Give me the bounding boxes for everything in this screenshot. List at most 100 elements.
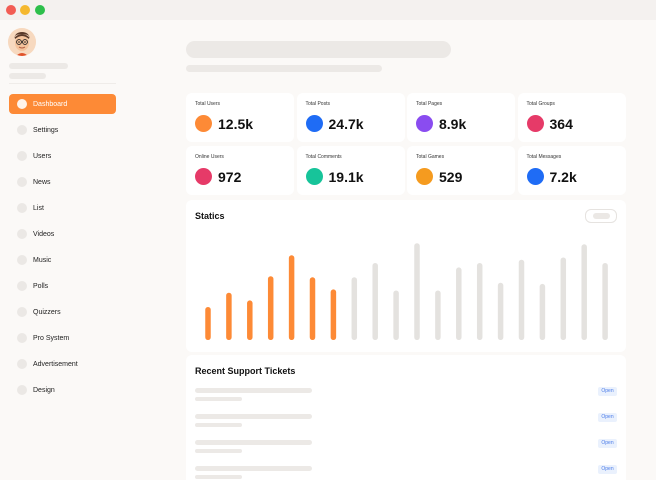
sidebar-item-label: Polls (33, 282, 49, 290)
stat-label: Online Users (195, 154, 224, 160)
avatar-face-icon (8, 28, 36, 56)
chart-bar[interactable] (476, 263, 483, 340)
chart-bar[interactable] (330, 289, 337, 340)
page-title-placeholder (186, 41, 451, 58)
stat-card[interactable]: Total Games 529 (407, 146, 515, 195)
sidebar-item-pro-system[interactable]: Pro System (9, 328, 116, 348)
chart-bar[interactable] (267, 276, 274, 340)
minimize-window-button[interactable] (20, 5, 30, 15)
chart-bar[interactable] (560, 257, 567, 341)
nav-item-icon (17, 281, 27, 291)
title-bar (0, 0, 656, 20)
sidebar-item-videos[interactable]: Videos (9, 224, 116, 244)
nav-item-icon (17, 307, 27, 317)
ticket-status-badge: Open (598, 387, 617, 396)
chart-bar[interactable] (581, 244, 587, 340)
stat-card[interactable]: Total Groups 364 (517, 93, 626, 142)
nav-item-icon (17, 229, 27, 239)
chart-bar[interactable] (393, 290, 399, 341)
chart-bar[interactable] (414, 243, 420, 340)
sidebar-item-label: Dashboard (33, 100, 68, 108)
sidebar-item-design[interactable]: Design (9, 380, 116, 400)
sidebar-item-quizzers[interactable]: Quizzers (9, 302, 116, 322)
stat-color-icon (195, 115, 212, 132)
stat-value: 24.7k (328, 116, 364, 132)
sidebar-item-label: Design (33, 386, 55, 394)
page-subtitle-placeholder (186, 65, 382, 72)
chart-bar[interactable] (351, 277, 358, 340)
stat-label: Total Games (416, 154, 445, 160)
sidebar-item-polls[interactable]: Polls (9, 276, 116, 296)
ticket-row[interactable]: Open (186, 465, 626, 485)
sidebar-item-label: Music (33, 256, 52, 264)
chart-bar[interactable] (435, 290, 441, 341)
ticket-status-badge: Open (598, 465, 617, 474)
statics-panel: Statics (186, 200, 626, 352)
chart-bar[interactable] (518, 259, 525, 340)
ticket-meta-placeholder (195, 475, 242, 479)
ticket-meta-placeholder (195, 423, 242, 427)
avatar[interactable] (8, 28, 36, 56)
stat-card[interactable]: Total Comments 19.1k (296, 146, 405, 195)
nav-item-icon (17, 203, 27, 213)
ticket-meta-placeholder (195, 449, 242, 453)
maximize-window-button[interactable] (35, 5, 45, 15)
support-tickets-panel: Recent Support Tickets Open Open Open Open (186, 355, 626, 495)
sidebar-item-label: Videos (33, 230, 55, 238)
sidebar-item-list[interactable]: List (9, 198, 116, 218)
chart-bar[interactable] (205, 307, 211, 340)
stat-label: Total Groups (526, 101, 555, 107)
stat-card[interactable]: Total Pages 8.9k (407, 93, 515, 142)
chart-bar[interactable] (372, 263, 378, 340)
sidebar-item-label: Pro System (33, 334, 70, 342)
sidebar-item-label: Users (33, 152, 52, 160)
ticket-row[interactable]: Open (186, 413, 626, 433)
nav-item-icon (17, 359, 27, 369)
ticket-status-badge: Open (598, 439, 617, 448)
nav-item-icon (17, 151, 27, 161)
nav-item-icon (17, 255, 27, 265)
stat-card[interactable]: Total Users 12.5k (186, 93, 294, 142)
stat-card[interactable]: Total Messages 7.2k (517, 146, 626, 195)
ticket-title-placeholder (195, 414, 312, 419)
stat-value: 12.5k (218, 116, 254, 132)
stat-card[interactable]: Total Posts 24.7k (296, 93, 405, 142)
sidebar-item-label: Settings (33, 126, 59, 134)
chart-bar[interactable] (602, 263, 608, 340)
chart-bar[interactable] (309, 277, 316, 340)
ticket-title-placeholder (195, 388, 312, 393)
stat-label: Total Posts (305, 101, 330, 107)
stat-value: 7.2k (549, 169, 577, 185)
stat-value: 364 (549, 116, 573, 132)
sidebar-item-label: List (33, 204, 44, 212)
chart-bar[interactable] (247, 300, 253, 340)
sidebar-item-label: Advertisement (33, 360, 78, 368)
sidebar-item-music[interactable]: Music (9, 250, 116, 270)
nav-item-icon (17, 333, 27, 343)
ticket-meta-placeholder (195, 397, 242, 401)
chart-bar[interactable] (226, 292, 232, 340)
sidebar-item-dashboard[interactable]: Dashboard (9, 94, 116, 114)
ticket-title-placeholder (195, 440, 312, 445)
stat-color-icon (526, 168, 544, 185)
stat-value: 529 (439, 169, 463, 185)
chart-bar[interactable] (456, 267, 462, 340)
ticket-row[interactable]: Open (186, 387, 626, 407)
stat-label: Total Comments (305, 154, 342, 160)
stat-value: 972 (218, 169, 242, 185)
close-window-button[interactable] (6, 5, 16, 15)
stat-color-icon (526, 115, 544, 132)
tickets-title: Recent Support Tickets (195, 366, 296, 376)
stat-color-icon (305, 168, 323, 185)
ticket-row[interactable]: Open (186, 439, 626, 459)
chart-bar[interactable] (288, 255, 295, 340)
nav-item-icon (17, 99, 27, 109)
chart-bar[interactable] (539, 283, 546, 340)
stat-card[interactable]: Online Users 972 (186, 146, 294, 195)
sidebar-item-users[interactable]: Users (9, 146, 116, 166)
chart-bar[interactable] (497, 282, 504, 340)
stat-color-icon (195, 168, 212, 185)
sidebar-item-advertisement[interactable]: Advertisement (9, 354, 116, 374)
sidebar-item-news[interactable]: News (9, 172, 116, 192)
sidebar-item-settings[interactable]: Settings (9, 120, 116, 140)
